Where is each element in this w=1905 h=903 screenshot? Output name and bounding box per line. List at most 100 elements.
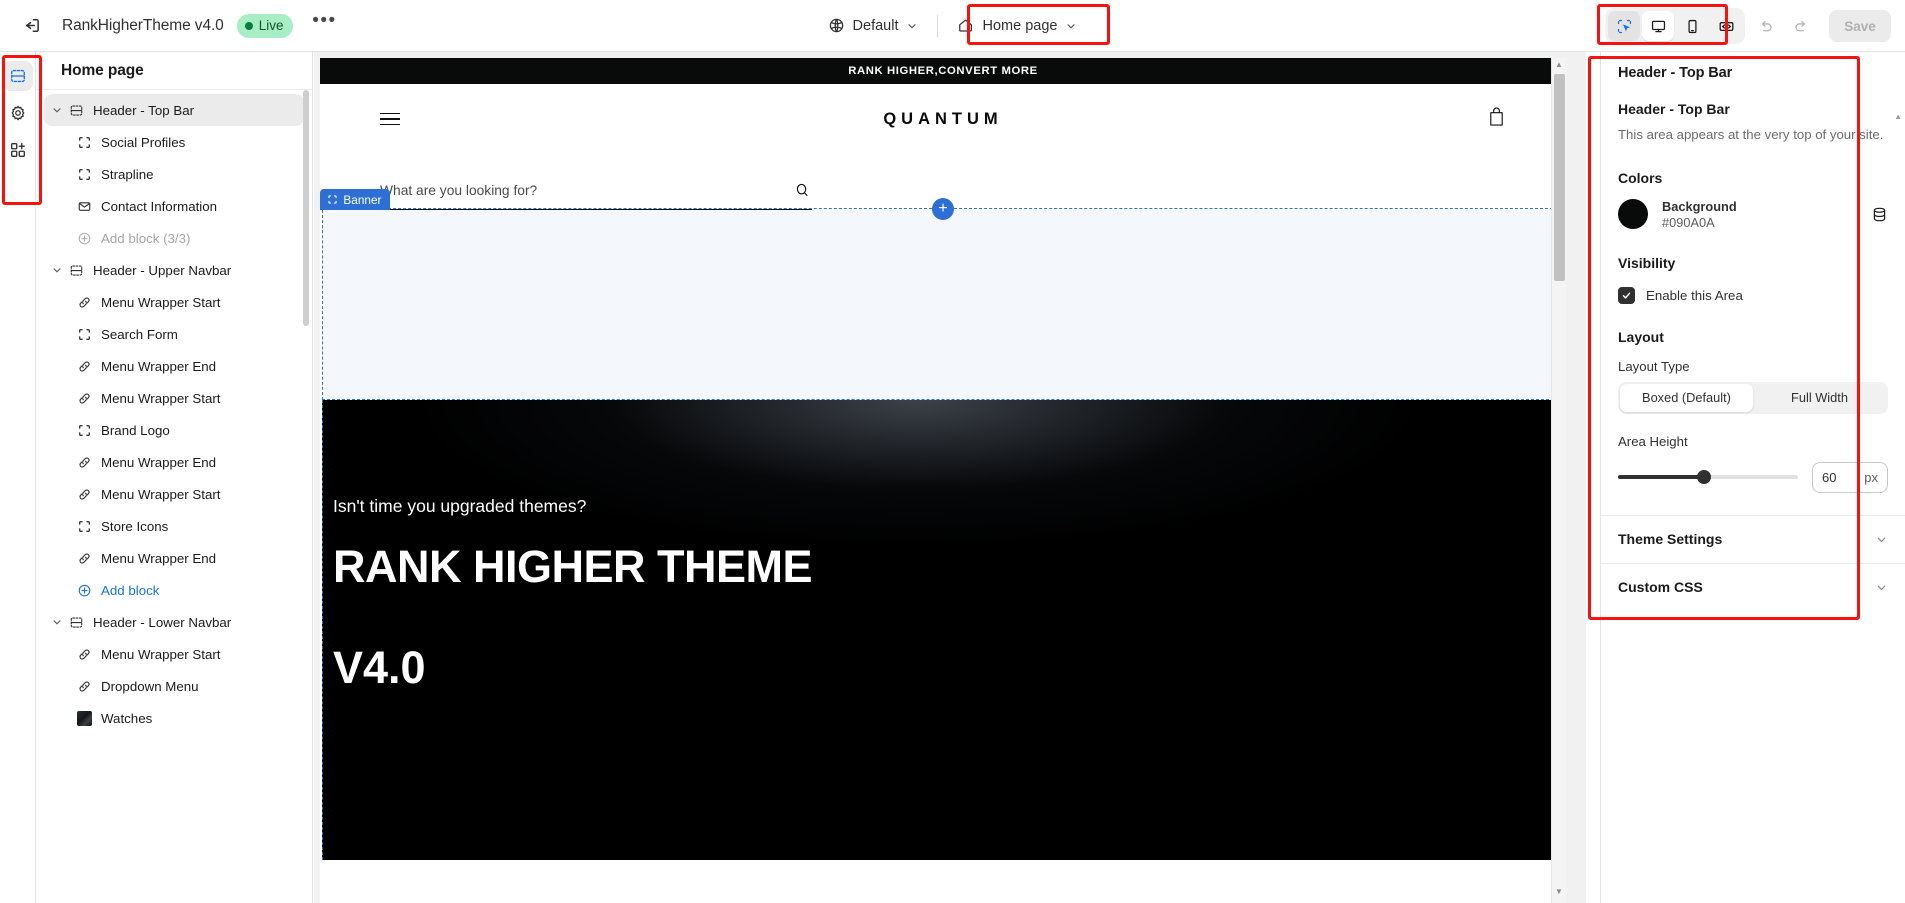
- sidebar-block-7[interactable]: Search Form: [44, 318, 304, 350]
- sidebar-item-label: Menu Wrapper End: [101, 358, 217, 374]
- sections-tab[interactable]: [2, 61, 33, 91]
- sidebar-item-label: Social Profiles: [101, 134, 186, 150]
- theme-settings-tab[interactable]: [3, 98, 33, 128]
- section-tree: Header - Top Bar Social Profiles Strapline…: [36, 90, 312, 734]
- mobile-view-button[interactable]: [1676, 11, 1708, 41]
- sidebar-block-8[interactable]: Menu Wrapper End: [44, 350, 304, 382]
- market-selector[interactable]: Default: [819, 10, 928, 42]
- fullwidth-view-button[interactable]: [1710, 11, 1742, 41]
- sidebar-item-label: Store Icons: [101, 518, 169, 534]
- more-options-button[interactable]: •••: [309, 10, 339, 41]
- selection-label[interactable]: Banner: [320, 189, 391, 210]
- select-tool-button[interactable]: [1608, 11, 1640, 41]
- slider-fill: [1618, 475, 1705, 480]
- canvas-area: RANK HIGHER,CONVERT MORE QUANTUM What ar…: [314, 52, 1586, 903]
- canvas-scrollbar[interactable]: ▲ ▼: [1551, 58, 1566, 903]
- color-swatch[interactable]: [1618, 199, 1648, 230]
- panel-scroll-arrow[interactable]: ▲: [1894, 112, 1902, 121]
- sidebar-scrollbar[interactable]: [303, 90, 309, 326]
- redo-button[interactable]: [1785, 10, 1817, 42]
- link-icon: [74, 679, 94, 694]
- accordion-theme-settings[interactable]: Theme Settings: [1601, 514, 1905, 563]
- enable-area-row[interactable]: Enable this Area: [1618, 286, 1888, 304]
- save-button[interactable]: Save: [1829, 10, 1891, 42]
- chevron-down-icon[interactable]: [48, 264, 66, 276]
- search-form[interactable]: [380, 181, 812, 210]
- sidebar-block-14[interactable]: Menu Wrapper End: [44, 542, 304, 574]
- link-icon: [78, 648, 90, 660]
- sidebar-item-label: Menu Wrapper Start: [101, 646, 221, 662]
- theme-name: RankHigherTheme v4.0: [62, 16, 224, 34]
- sidebar-section-5[interactable]: Header - Upper Navbar: [44, 254, 304, 286]
- link-icon: [74, 391, 94, 406]
- scroll-up-arrow[interactable]: ▲: [1555, 58, 1563, 72]
- shopping-bag-icon[interactable]: [1487, 106, 1506, 132]
- area-height-slider[interactable]: [1618, 470, 1798, 485]
- accordion-custom-css[interactable]: Custom CSS: [1601, 562, 1905, 611]
- sidebar-add-block-4[interactable]: Add block (3/3): [44, 222, 304, 254]
- sidebar-add-block-15[interactable]: Add block: [44, 574, 304, 606]
- layout-option-fullwidth[interactable]: Full Width: [1753, 384, 1886, 412]
- globe-icon: [829, 18, 843, 33]
- sidebar-section-0[interactable]: Header - Top Bar: [44, 94, 304, 126]
- sidebar-block-9[interactable]: Menu Wrapper Start: [44, 382, 304, 414]
- color-library-icon[interactable]: [1871, 206, 1888, 223]
- sidebar-block-10[interactable]: Brand Logo: [44, 414, 304, 446]
- panel-breadcrumb: Header - Top Bar: [1618, 65, 1733, 81]
- live-status-badge[interactable]: Live: [236, 13, 294, 38]
- apps-tab[interactable]: [3, 135, 33, 165]
- layout-option-boxed[interactable]: Boxed (Default): [1620, 383, 1753, 412]
- desktop-icon: [1651, 20, 1665, 32]
- sidebar-block-12[interactable]: Menu Wrapper Start: [44, 478, 304, 510]
- selection-label-text: Banner: [343, 192, 382, 207]
- sidebar-block-19[interactable]: Watches: [44, 702, 304, 734]
- chevron-down-icon[interactable]: [48, 616, 66, 628]
- hero-section[interactable]: Isn't time you upgraded themes? RANK HIG…: [322, 400, 1564, 860]
- visibility-heading: Visibility: [1618, 254, 1676, 271]
- slider-knob[interactable]: [1697, 470, 1712, 485]
- sidebar-block-3[interactable]: Contact Information: [44, 190, 304, 222]
- sidebar-block-13[interactable]: Store Icons: [44, 510, 304, 542]
- block-icon: [78, 328, 90, 340]
- apps-add-icon: [10, 143, 25, 157]
- colors-heading: Colors: [1618, 169, 1663, 186]
- announcement-bar[interactable]: RANK HIGHER,CONVERT MORE: [320, 58, 1566, 84]
- enable-area-label: Enable this Area: [1646, 287, 1743, 303]
- sidebar-block-2[interactable]: Strapline: [44, 158, 304, 190]
- sidebar-block-6[interactable]: Menu Wrapper Start: [44, 286, 304, 318]
- block-icon: [78, 424, 90, 436]
- search-input[interactable]: [380, 183, 793, 198]
- selected-section-wrapper: Banner + Isn't time you upgraded themes?…: [320, 189, 1564, 860]
- plus-circle-icon: [74, 583, 94, 598]
- exit-editor-button[interactable]: [14, 9, 48, 43]
- link-icon: [74, 647, 94, 662]
- panel-heading: Header - Top Bar: [1618, 101, 1730, 117]
- top-bar: RankHigherTheme v4.0 Live ••• Default Ho…: [0, 0, 1905, 52]
- undo-button[interactable]: [1749, 10, 1781, 42]
- sidebar-block-11[interactable]: Menu Wrapper End: [44, 446, 304, 478]
- block-icon: [74, 327, 94, 342]
- sidebar-item-label: Watches: [101, 710, 153, 726]
- add-section-button[interactable]: +: [932, 198, 954, 220]
- link-icon: [78, 360, 90, 372]
- enable-area-checkbox[interactable]: [1618, 286, 1635, 304]
- chevron-down-icon[interactable]: [48, 104, 66, 116]
- color-value: #090A0A: [1662, 214, 1715, 230]
- gear-icon: [11, 105, 24, 121]
- sidebar-block-1[interactable]: Social Profiles: [44, 126, 304, 158]
- color-row-background[interactable]: Background #090A0A: [1618, 199, 1888, 230]
- mobile-icon: [1687, 19, 1697, 33]
- area-height-input[interactable]: 60 px: [1812, 461, 1888, 493]
- page-selector[interactable]: Home page: [948, 10, 1086, 42]
- sidebar-block-18[interactable]: Dropdown Menu: [44, 670, 304, 702]
- brand-logo[interactable]: QUANTUM: [883, 110, 1002, 129]
- desktop-view-button[interactable]: [1642, 11, 1674, 41]
- sidebar-block-17[interactable]: Menu Wrapper Start: [44, 638, 304, 670]
- plus-circle-icon: [74, 231, 94, 246]
- scroll-down-arrow[interactable]: ▼: [1555, 885, 1563, 899]
- banner-section[interactable]: +: [322, 198, 1564, 400]
- canvas-scroll-thumb[interactable]: [1554, 74, 1565, 281]
- sidebar-item-label: Dropdown Menu: [101, 678, 199, 694]
- hamburger-icon[interactable]: [380, 112, 400, 126]
- sidebar-section-16[interactable]: Header - Lower Navbar: [44, 606, 304, 638]
